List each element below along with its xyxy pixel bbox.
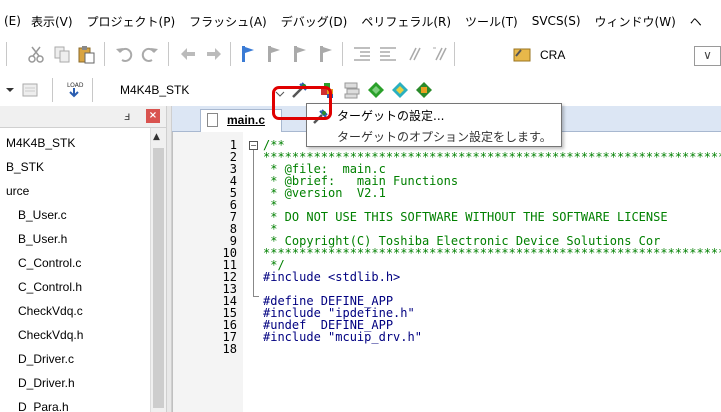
- fold-line: [253, 150, 254, 296]
- scrollbar-thumb[interactable]: [153, 148, 164, 408]
- menu-peripherals[interactable]: ペリフェラル(R): [361, 13, 451, 30]
- next-bookmark-icon[interactable]: [290, 44, 310, 64]
- tab-label: main.c: [227, 113, 266, 127]
- menu-bar: (E) 表示(V) プロジェクト(P) フラッシュ(A) デバッグ(D) ペリフ…: [0, 0, 721, 34]
- tree-item-file[interactable]: C_Control.h: [18, 280, 82, 294]
- code-line: * DO NOT USE THIS SOFTWARE WITHOUT THE S…: [263, 210, 668, 224]
- menu-window[interactable]: ウィンドウ(W): [595, 13, 676, 30]
- toolbar-separator: [52, 78, 53, 102]
- pin-icon[interactable]: ⅎ: [124, 109, 130, 123]
- comment-icon[interactable]: [404, 44, 424, 64]
- code-line: * @version V2.1: [263, 186, 386, 200]
- dropdown-arrow-icon[interactable]: [0, 80, 20, 100]
- project-tree: M4K4B_STK B_STK urce B_User.c B_User.h C…: [0, 128, 150, 412]
- tree-item-file[interactable]: D_Driver.h: [18, 376, 75, 390]
- tooltip: ターゲットの設定... ターゲットのオプション設定をします。: [306, 103, 562, 147]
- bookmark-icon[interactable]: [238, 44, 258, 64]
- tree-item-file[interactable]: B_User.h: [18, 232, 67, 246]
- menu-svcs[interactable]: SVCS(S): [532, 14, 581, 28]
- tree-item-file[interactable]: D_Driver.c: [18, 352, 74, 366]
- line-number: 1: [229, 138, 237, 152]
- tree-item-target[interactable]: M4K4B_STK: [6, 136, 75, 150]
- tree-item-group[interactable]: B_STK: [6, 160, 44, 174]
- tree-item-file[interactable]: CheckVdq.h: [18, 328, 83, 342]
- select-packs-icon[interactable]: [390, 80, 410, 100]
- cut-icon[interactable]: [26, 44, 46, 64]
- tooltip-title: ターゲットの設定...: [337, 109, 445, 123]
- code-line: #include "mcuip_drv.h": [263, 330, 422, 344]
- menu-flash[interactable]: フラッシュ(A): [189, 13, 267, 30]
- svg-text:LOAD: LOAD: [67, 82, 84, 89]
- toolbar-separator: [342, 42, 343, 66]
- pack-installer-icon[interactable]: [366, 80, 386, 100]
- tree-item-file[interactable]: CheckVdq.c: [18, 304, 83, 318]
- line-number: 4: [229, 174, 237, 188]
- line-number: 18: [222, 342, 237, 356]
- redo-icon[interactable]: [140, 44, 160, 64]
- toolbar-separator: [6, 42, 7, 66]
- menu-view[interactable]: 表示(V): [31, 13, 73, 30]
- code-line: ****************************************…: [263, 246, 721, 260]
- close-icon[interactable]: ×: [146, 109, 160, 123]
- menu-project[interactable]: プロジェクト(P): [87, 13, 176, 30]
- line-number: 3: [229, 162, 237, 176]
- toolbar-separator: [454, 42, 455, 66]
- runtime-env-icon[interactable]: [414, 80, 434, 100]
- target-select[interactable]: M4K4B_STK: [120, 83, 189, 97]
- code-editor[interactable]: 1 2 3 4 5 6 7 8 9 10 11 12 13 14 15 16 17 18 − /** *******…: [172, 132, 721, 412]
- line-number: 6: [229, 198, 237, 212]
- tooltip-description: ターゲットのオプション設定をします。: [337, 130, 552, 144]
- undo-icon[interactable]: [114, 44, 134, 64]
- find-in-files-icon[interactable]: [512, 44, 532, 64]
- nav-back-icon[interactable]: [178, 44, 198, 64]
- highlight-box: [272, 86, 332, 120]
- line-number: 5: [229, 186, 237, 200]
- menu-edit[interactable]: (E): [4, 14, 21, 28]
- toolbar-separator: [104, 42, 105, 66]
- fold-end: [253, 296, 259, 297]
- menu-help[interactable]: ヘ: [690, 13, 702, 30]
- tree-item-file[interactable]: C_Control.c: [18, 256, 81, 270]
- find-dropdown[interactable]: ∨: [694, 46, 721, 66]
- toolbar-build: LOAD M4K4B_STK: [0, 74, 721, 106]
- project-scrollbar[interactable]: ▲: [150, 128, 166, 412]
- copy-icon[interactable]: [52, 44, 72, 64]
- line-number: 2: [229, 150, 237, 164]
- line-number: 7: [229, 210, 237, 224]
- nav-forward-icon[interactable]: [204, 44, 224, 64]
- uncomment-icon[interactable]: [430, 44, 450, 64]
- batch-build-icon[interactable]: [20, 80, 40, 100]
- tree-item-file[interactable]: B_User.c: [18, 208, 67, 222]
- line-number: 8: [229, 222, 237, 236]
- tab-main-c[interactable]: main.c: [200, 109, 282, 132]
- toolbar-separator: [168, 42, 169, 66]
- fold-toggle-icon[interactable]: −: [249, 141, 258, 150]
- paste-icon[interactable]: [76, 44, 96, 64]
- toolbar-separator: [230, 42, 231, 66]
- toolbar-edit: CRA ∨: [0, 34, 721, 74]
- project-pane-header: ⅎ ×: [0, 106, 166, 128]
- scroll-up-icon[interactable]: ▲: [153, 132, 160, 142]
- menu-tools[interactable]: ツール(T): [465, 13, 518, 30]
- line-number-gutter: 1 2 3 4 5 6 7 8 9 10 11 12 13 14 15 16 17 18: [173, 132, 243, 412]
- menu-debug[interactable]: デバッグ(D): [281, 13, 348, 30]
- prev-bookmark-icon[interactable]: [264, 44, 284, 64]
- file-extensions-icon[interactable]: [342, 80, 362, 100]
- code-line: #include <stdlib.h>: [263, 270, 401, 284]
- clear-bookmarks-icon[interactable]: [316, 44, 336, 64]
- tree-item-source-group[interactable]: urce: [6, 184, 29, 198]
- load-download-icon[interactable]: LOAD: [64, 80, 84, 100]
- indent-icon[interactable]: [352, 44, 372, 64]
- tree-item-file[interactable]: D_Para.h: [18, 400, 69, 412]
- file-icon: [207, 113, 218, 127]
- toolbar-separator: [92, 78, 93, 102]
- find-text-label: CRA: [540, 48, 566, 62]
- unindent-icon[interactable]: [378, 44, 398, 64]
